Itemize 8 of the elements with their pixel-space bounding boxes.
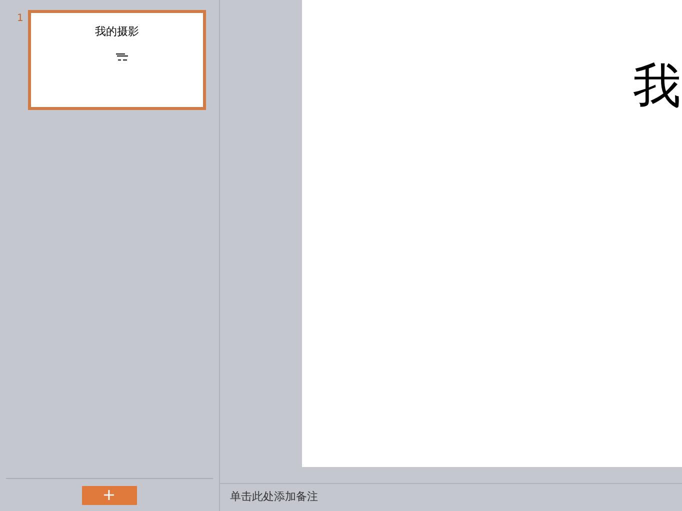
slide-thumbnail[interactable]: 我的摄影 xyxy=(28,10,206,110)
notes-bar[interactable]: 单击此处添加备注 xyxy=(220,483,682,511)
slide-canvas[interactable]: 我 xyxy=(302,0,682,467)
thumbnail-title: 我的摄影 xyxy=(95,26,139,37)
notes-placeholder: 单击此处添加备注 xyxy=(230,489,318,506)
slide-number: 1 xyxy=(16,12,24,24)
subtitle-scribble-icon xyxy=(115,52,129,62)
slide-title: 我 xyxy=(633,62,681,110)
